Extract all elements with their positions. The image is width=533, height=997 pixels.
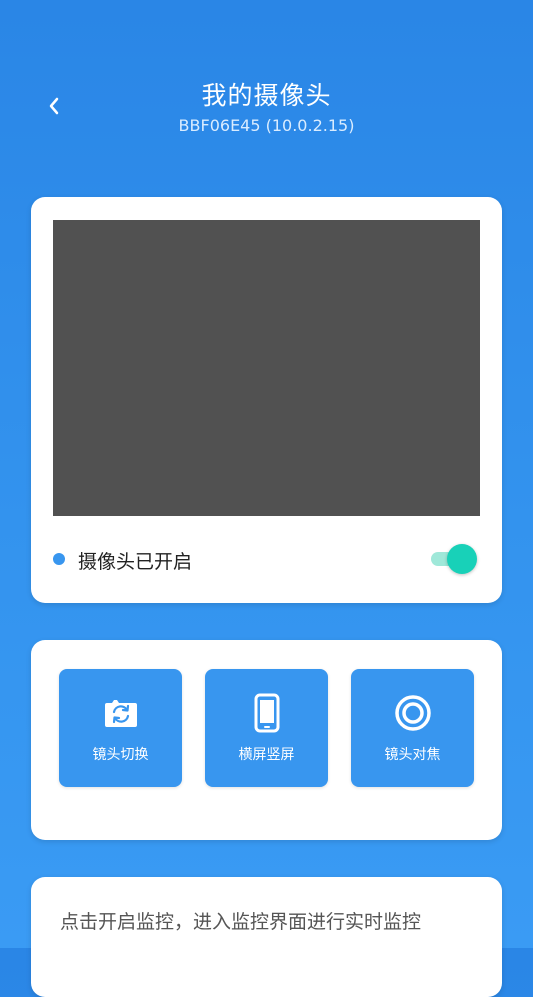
header: 我的摄像头 BBF06E45 (10.0.2.15)	[0, 0, 533, 180]
focus-icon	[351, 693, 474, 733]
rotate-screen-button[interactable]: 横屏竖屏	[205, 669, 328, 787]
device-id: BBF06E45 (10.0.2.15)	[178, 116, 355, 135]
page-title: 我的摄像头	[201, 81, 332, 110]
camera-toggle[interactable]	[431, 544, 477, 574]
camera-status-label: 摄像头已开启	[78, 551, 193, 573]
switch-camera-label: 镜头切换	[92, 747, 149, 763]
phone-rotate-icon	[205, 693, 328, 733]
status-dot	[53, 553, 65, 565]
hint-card: 点击开启监控，进入监控界面进行实时监控	[31, 877, 502, 997]
camera-status-row: 摄像头已开启	[53, 541, 480, 577]
camera-actions-card: 镜头切换 横屏竖屏 镜头对焦	[31, 640, 502, 840]
camera-preview	[53, 220, 480, 516]
rotate-screen-label: 横屏竖屏	[238, 747, 295, 763]
camera-preview-card: 摄像头已开启	[31, 197, 502, 603]
camera-switch-icon	[59, 693, 182, 733]
toggle-knob	[447, 544, 477, 574]
hint-text: 点击开启监控，进入监控界面进行实时监控	[60, 911, 422, 933]
focus-button[interactable]: 镜头对焦	[351, 669, 474, 787]
switch-camera-button[interactable]: 镜头切换	[59, 669, 182, 787]
focus-label: 镜头对焦	[384, 747, 441, 763]
